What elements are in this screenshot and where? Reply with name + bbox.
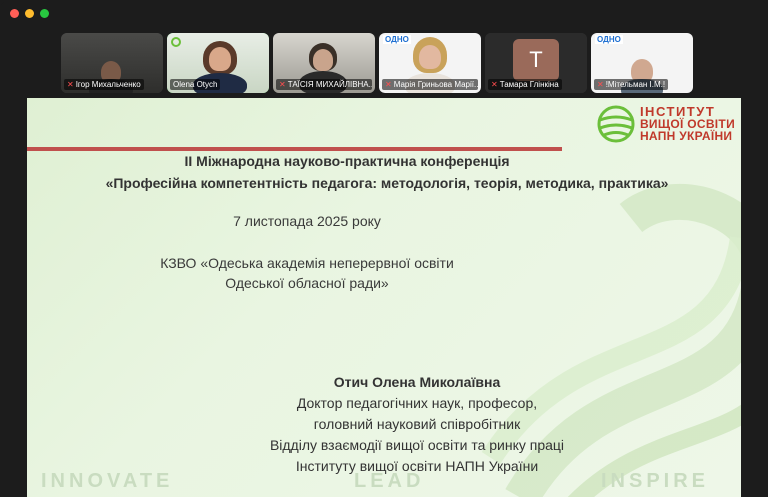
institute-logo-text: ІНСТИТУТ ВИЩОЇ ОСВІТИ НАПН УКРАЇНИ <box>639 104 735 143</box>
speaker-affiliation: головний науковий співробітник <box>313 416 521 432</box>
participant-tile[interactable]: ✕ Ігор Михальченко <box>61 33 163 93</box>
participant-name: ✕ ТАЇСІЯ МИХАЙЛІВНА... <box>276 79 372 90</box>
participant-tile[interactable]: Т ✕ Тамара Глінкіна <box>485 33 587 93</box>
participant-gallery: ✕ Ігор Михальченко Olena Otych ✕ ТАЇСІЯ МИ… <box>61 33 693 93</box>
participant-name: ✕ Марія Гриньова Марії... <box>382 79 478 90</box>
avatar: Т <box>513 39 559 81</box>
maximize-window-button[interactable] <box>40 9 49 18</box>
participant-tile[interactable]: ✕ ТАЇСІЯ МИХАЙЛІВНА... <box>273 33 375 93</box>
participant-name: ✕ Ігор Михальченко <box>64 79 144 90</box>
speaker-affiliation: Відділу взаємодії вищої освіти та ринку … <box>269 437 565 453</box>
org-logo: ОДНО <box>383 35 411 44</box>
title-divider <box>27 147 562 151</box>
conference-date: 7 листопада 2025 року <box>233 213 381 229</box>
institute-logo: ІНСТИТУТ ВИЩОЇ ОСВІТИ НАПН УКРАЇНИ <box>596 104 735 144</box>
participant-name: ✕ !Мітельман І.М.! <box>594 79 669 90</box>
participant-tile-active-speaker[interactable]: Olena Otych <box>167 33 269 93</box>
speaker-affiliation: Доктор педагогічних наук, професор, <box>296 395 538 411</box>
footer-word: INSPIRE <box>601 470 710 492</box>
participant-name: ✕ Тамара Глінкіна <box>488 79 562 90</box>
close-window-button[interactable] <box>10 9 19 18</box>
minimize-window-button[interactable] <box>25 9 34 18</box>
conference-subtitle: «Професійна компетентність педагога: мет… <box>105 175 669 191</box>
org-logo: ОДНО <box>595 35 623 44</box>
institute-logo-icon <box>171 37 181 47</box>
footer-word: LEAD <box>354 470 425 492</box>
mic-off-icon: ✕ <box>597 80 604 89</box>
zoom-window: ✕ Ігор Михальченко Olena Otych ✕ ТАЇСІЯ МИ… <box>0 0 768 497</box>
footer-word: INNOVATE <box>41 470 174 492</box>
shared-screen-slide: ІНСТИТУТ ВИЩОЇ ОСВІТИ НАПН УКРАЇНИ ІІ Мі… <box>27 98 741 497</box>
window-controls <box>10 9 49 18</box>
participant-tile[interactable]: ОДНО ✕ Марія Гриньова Марії... <box>379 33 481 93</box>
mic-off-icon: ✕ <box>67 80 74 89</box>
mic-off-icon: ✕ <box>385 80 392 89</box>
participant-tile[interactable]: ОДНО ✕ !Мітельман І.М.! <box>591 33 693 93</box>
speaker-name: Отич Олена Миколаївна <box>333 374 501 390</box>
institute-globe-icon <box>597 105 635 143</box>
mic-off-icon: ✕ <box>491 80 498 89</box>
mic-off-icon: ✕ <box>279 80 286 89</box>
host-organization: КЗВО «Одеська академія неперервної освіт… <box>160 255 454 271</box>
participant-name: Olena Otych <box>170 79 221 90</box>
conference-title: ІІ Міжнародна науково-практична конферен… <box>184 153 510 169</box>
host-organization-line2: Одеської обласної ради» <box>225 275 389 291</box>
